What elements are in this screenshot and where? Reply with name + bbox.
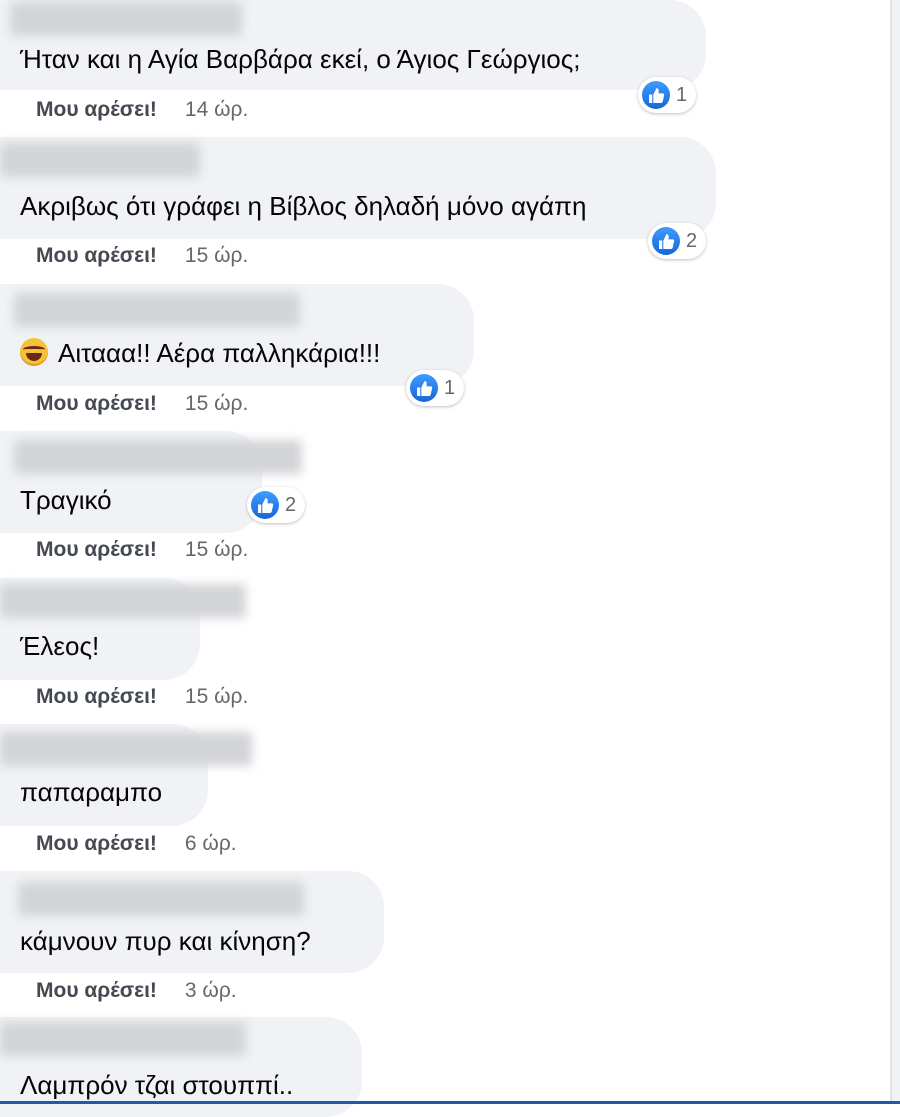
like-button[interactable]: Μου αρέσει! [36,392,157,415]
comment-text: Έλεος! [20,631,100,661]
comment-actions: Μου αρέσει! 6 ώρ. [36,832,237,856]
comment-text: Ήταν και η Αγία Βαρβάρα εκεί, ο Άγιος Γε… [20,44,581,74]
author-name-blurred[interactable] [0,143,200,177]
comment-actions: Μου αρέσει! 14 ώρ. [36,98,248,122]
like-thumb-icon [410,374,438,402]
reaction-count-badge[interactable]: 2 [247,487,306,523]
comment-actions: Μου αρέσει! 15 ώρ. [36,392,248,416]
author-name-blurred[interactable] [14,293,300,327]
comment-timestamp[interactable]: 6 ώρ. [185,832,237,855]
reaction-count: 1 [444,376,456,399]
like-thumb-icon [652,227,680,255]
scrollbar[interactable] [890,0,900,1104]
comment-actions: Μου αρέσει! 15 ώρ. [36,244,248,268]
comment-timestamp[interactable]: 15 ώρ. [185,244,248,267]
reaction-count-badge[interactable]: 1 [406,370,465,406]
reaction-count-badge[interactable]: 1 [638,77,697,113]
comment-text-content: Αιτααα!! Αέρα παλληκάρια!!! [58,338,381,368]
author-name-blurred[interactable] [14,440,302,474]
comment-timestamp[interactable]: 3 ώρ. [185,979,237,1002]
comment-timestamp[interactable]: 15 ώρ. [185,538,248,561]
author-name-blurred[interactable] [10,2,242,36]
reaction-count: 2 [686,229,698,252]
like-button[interactable]: Μου αρέσει! [36,979,157,1002]
reaction-count-badge[interactable]: 2 [648,223,707,259]
laughing-face-icon [20,338,48,366]
like-button[interactable]: Μου αρέσει! [36,538,157,561]
comment-text: κάμνουν πυρ και κίνηση? [20,926,311,956]
comment-actions: Μου αρέσει! 15 ώρ. [36,685,248,709]
comment-text: παπαραμπο [20,777,163,807]
like-button[interactable]: Μου αρέσει! [36,832,157,855]
like-button[interactable]: Μου αρέσει! [36,98,157,121]
reaction-count: 2 [285,493,297,516]
comment-timestamp[interactable]: 15 ώρ. [185,392,248,415]
comment-actions: Μου αρέσει! 15 ώρ. [36,538,248,562]
like-button[interactable]: Μου αρέσει! [36,685,157,708]
reaction-count: 1 [676,83,688,106]
author-name-blurred[interactable] [0,584,246,618]
comment-timestamp[interactable]: 15 ώρ. [185,685,248,708]
author-name-blurred[interactable] [0,732,252,766]
author-name-blurred[interactable] [0,1022,246,1056]
comment-text: Τραγικό [20,485,112,515]
like-button[interactable]: Μου αρέσει! [36,244,157,267]
author-name-blurred[interactable] [18,882,304,916]
comment-text: Λαμπρόν τζαι στουππί.. [20,1070,294,1100]
comment-text: Ακριβως ότι γράφει η Βίβλος δηλαδή μόνο … [20,191,587,221]
like-thumb-icon [642,81,670,109]
like-thumb-icon [251,491,279,519]
comment-text: Αιτααα!! Αέρα παλληκάρια!!! [20,338,380,369]
comment-actions: Μου αρέσει! 3 ώρ. [36,979,237,1003]
comment-timestamp[interactable]: 14 ώρ. [185,98,248,121]
